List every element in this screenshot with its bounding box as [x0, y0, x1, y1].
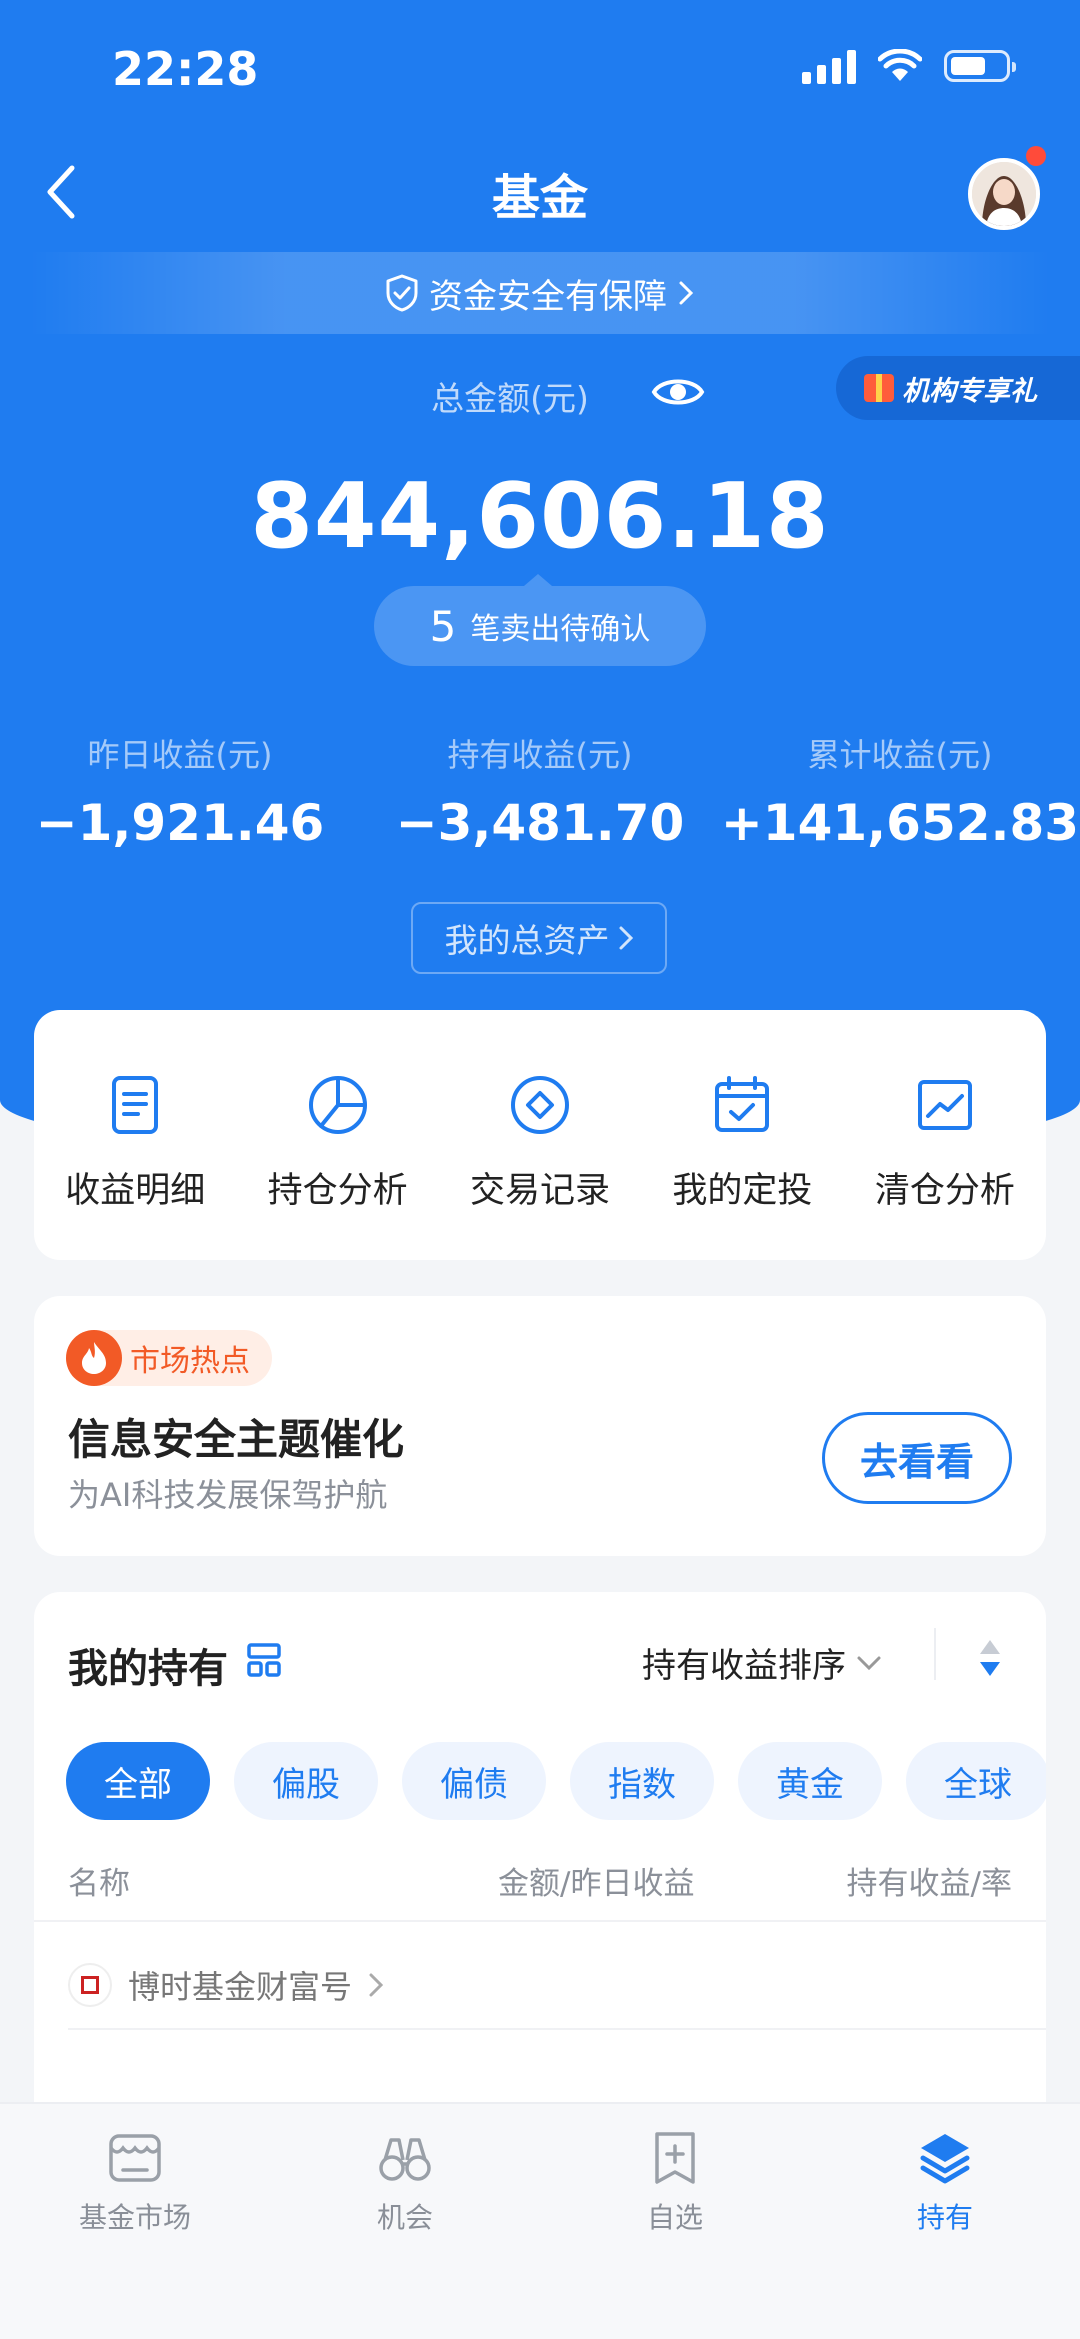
- chevron-down-icon: [857, 1656, 881, 1670]
- total-assets-button[interactable]: 我的总资产: [411, 902, 667, 974]
- chevron-right-icon: [619, 926, 633, 950]
- quick-action-my-auto-invest[interactable]: 我的定投: [641, 1010, 843, 1260]
- column-header-amount: 金额/昨日收益: [498, 1866, 695, 1902]
- binoculars-icon: [379, 2138, 431, 2181]
- market-hot-card[interactable]: 市场热点 信息安全主题催化 为AI科技发展保驾护航 去看看: [34, 1296, 1046, 1556]
- safety-banner[interactable]: 资金安全有保障: [30, 252, 1050, 334]
- quick-action-label: 交易记录: [470, 1171, 611, 1211]
- total-amount: 844,606.18: [250, 464, 830, 569]
- stat-cumulative: 累计收益(元) +141,652.83: [720, 730, 1080, 852]
- column-header-profit: 持有收益/率: [846, 1866, 1012, 1902]
- stat-label: 累计收益(元): [807, 736, 993, 774]
- quick-action-trade-records[interactable]: 交易记录: [439, 1010, 641, 1260]
- company-logo-icon: [68, 1963, 112, 2007]
- quick-action-label: 持仓分析: [267, 1171, 408, 1211]
- quick-action-label: 我的定投: [672, 1171, 813, 1211]
- total-label: 总金额(元): [431, 379, 589, 418]
- column-header-name: 名称: [68, 1866, 130, 1902]
- quick-action-label: 清仓分析: [874, 1171, 1015, 1211]
- filter-chip-global[interactable]: 全球: [906, 1742, 1046, 1820]
- shield-check-icon: [386, 274, 418, 312]
- wifi-icon: [878, 49, 922, 81]
- tab-opportunity[interactable]: 机会: [270, 2104, 540, 2339]
- market-hot-title: 信息安全主题催化: [68, 1415, 405, 1464]
- calendar-check-icon: [715, 1076, 770, 1132]
- market-hot-tag-label: 市场热点: [130, 1344, 250, 1379]
- signal-icon: [802, 48, 856, 84]
- layers-icon: [920, 2134, 970, 2184]
- tab-label: 自选: [646, 2201, 703, 2234]
- filter-chip-all[interactable]: 全部: [66, 1742, 210, 1820]
- total-assets-label: 我的总资产: [444, 921, 610, 960]
- divider: [34, 1920, 1046, 1922]
- stat-holding: 持有收益(元) −3,481.70: [360, 730, 720, 852]
- filter-chips: 全部 偏股 偏债 指数 黄金 全球: [66, 1742, 1046, 1822]
- tab-watchlist[interactable]: 自选: [540, 2104, 810, 2339]
- bookmark-add-icon: [655, 2132, 695, 2184]
- quick-action-income-detail[interactable]: 收益明细: [34, 1010, 236, 1260]
- notification-dot: [1026, 146, 1046, 166]
- filter-chip-equity[interactable]: 偏股: [234, 1742, 378, 1820]
- stat-label: 持有收益(元): [447, 736, 633, 774]
- bottom-tab-bar: 基金市场 机会 自选 持有: [0, 2102, 1080, 2339]
- holdings-card: 我的持有 持有收益排序 全部 偏股 偏债 指数 黄金 全球 名称 金额/昨日收益…: [34, 1592, 1046, 2152]
- pie-chart-icon: [308, 1076, 367, 1134]
- holdings-title: 我的持有: [68, 1646, 228, 1692]
- quick-action-clearance-analysis[interactable]: 清仓分析: [844, 1010, 1046, 1260]
- tab-label: 持有: [916, 2201, 973, 2234]
- sort-dropdown[interactable]: 持有收益排序: [642, 1638, 882, 1687]
- tab-holdings[interactable]: 持有: [810, 2104, 1080, 2339]
- chevron-right-icon: [679, 281, 694, 305]
- tab-fund-market[interactable]: 基金市场: [0, 2104, 270, 2339]
- pending-sell-pill[interactable]: 5 笔卖出待确认: [374, 574, 706, 666]
- go-see-button[interactable]: 去看看: [822, 1412, 1012, 1504]
- safety-text: 资金安全有保障: [429, 276, 667, 317]
- status-time: 22:28: [112, 42, 259, 96]
- stat-value: −3,481.70: [395, 794, 685, 852]
- filter-chip-bond[interactable]: 偏债: [402, 1742, 546, 1820]
- tab-label: 基金市场: [78, 2201, 191, 2234]
- stat-label: 昨日收益(元): [87, 736, 273, 774]
- battery-icon: [944, 50, 1016, 82]
- market-hot-subtitle: 为AI科技发展保驾护航: [68, 1476, 388, 1514]
- quick-action-label: 收益明细: [65, 1171, 206, 1211]
- company-name: 博时基金财富号: [128, 1968, 353, 2006]
- avatar[interactable]: [968, 158, 1040, 230]
- page-title: 基金: [491, 170, 588, 226]
- quick-action-position-analysis[interactable]: 持仓分析: [236, 1010, 438, 1260]
- company-row[interactable]: 博时基金财富号: [68, 1962, 384, 2008]
- stat-value: +141,652.83: [720, 794, 1080, 852]
- eye-icon[interactable]: [650, 370, 706, 414]
- pending-text: 笔卖出待确认: [470, 612, 651, 647]
- flame-icon: [66, 1330, 122, 1386]
- sort-label: 持有收益排序: [642, 1646, 846, 1686]
- stat-yesterday: 昨日收益(元) −1,921.46: [0, 730, 360, 852]
- document-icon: [112, 1076, 159, 1134]
- divider: [934, 1628, 936, 1680]
- grid-view-icon[interactable]: [246, 1642, 282, 1678]
- divider: [68, 2028, 1046, 2030]
- filter-chip-index[interactable]: 指数: [570, 1742, 714, 1820]
- filter-chip-gold[interactable]: 黄金: [738, 1742, 882, 1820]
- status-icons: [802, 48, 1016, 84]
- chevron-right-icon: [369, 1973, 384, 1997]
- tab-label: 机会: [376, 2201, 433, 2234]
- diamond-circle-icon: [511, 1076, 570, 1134]
- market-hot-tag: 市场热点: [66, 1330, 272, 1386]
- trend-chart-icon: [917, 1080, 972, 1130]
- market-icon: [109, 2134, 161, 2182]
- sort-order-icon[interactable]: [972, 1636, 1008, 1680]
- stat-value: −1,921.46: [35, 794, 325, 852]
- pending-count: 5: [429, 601, 457, 651]
- quick-actions-card: 收益明细 持仓分析 交易记录 我的定投 清仓分析: [34, 1010, 1046, 1260]
